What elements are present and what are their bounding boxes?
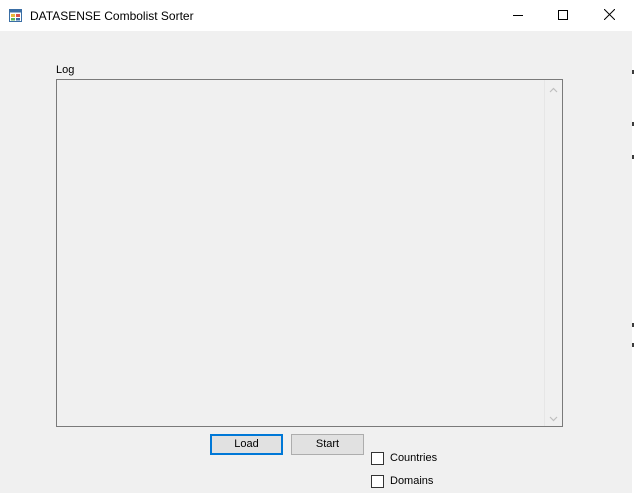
countries-option[interactable]: Countries: [371, 451, 437, 465]
minimize-icon: [513, 9, 523, 23]
chevron-up-icon: [549, 82, 558, 96]
start-button[interactable]: Start: [291, 434, 364, 455]
scroll-up-button[interactable]: [545, 80, 562, 97]
main-window: DATASENSE Combolist Sorter Log Load Star…: [0, 0, 634, 493]
minimize-button[interactable]: [495, 0, 541, 31]
maximize-button[interactable]: [540, 0, 586, 31]
log-label: Log: [56, 64, 75, 76]
log-scrollbar[interactable]: [544, 80, 562, 426]
title-bar[interactable]: DATASENSE Combolist Sorter: [0, 0, 632, 31]
load-button[interactable]: Load: [210, 434, 283, 455]
domains-checkbox[interactable]: [371, 474, 384, 488]
domains-label[interactable]: Domains: [390, 475, 433, 488]
app-icon[interactable]: [9, 9, 22, 22]
countries-checkbox[interactable]: [371, 451, 384, 465]
countries-label[interactable]: Countries: [390, 452, 437, 465]
close-icon: [603, 8, 615, 23]
log-textbox[interactable]: [56, 79, 563, 427]
close-button[interactable]: [586, 0, 632, 31]
maximize-icon: [558, 9, 568, 23]
domains-option[interactable]: Domains: [371, 474, 433, 488]
window-title: DATASENSE Combolist Sorter: [30, 9, 194, 23]
chevron-down-icon: [549, 411, 558, 425]
scroll-down-button[interactable]: [545, 409, 562, 426]
